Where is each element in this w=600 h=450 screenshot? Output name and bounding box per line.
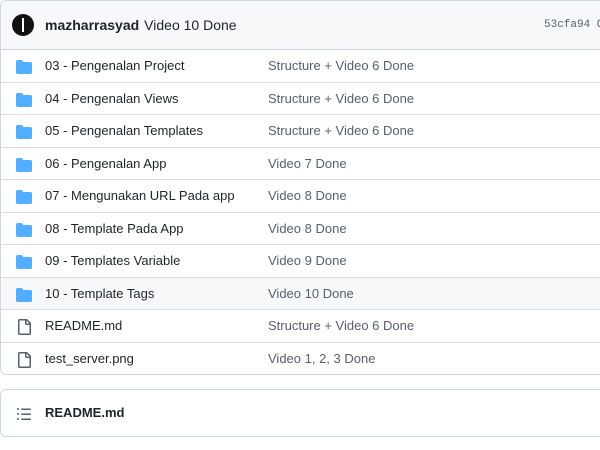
file-row[interactable]: README.md Structure + Video 6 Done <box>1 310 600 343</box>
file-list: 03 - Pengenalan Project Structure + Video… <box>1 50 600 375</box>
folder-row[interactable]: 10 - Template Tags Video 10 Done <box>1 277 600 310</box>
file-name-link[interactable]: README.md <box>45 318 122 333</box>
folder-icon <box>16 125 32 139</box>
file-name-link[interactable]: 10 - Template Tags <box>45 286 154 301</box>
folder-icon <box>16 255 32 269</box>
commit-message-link[interactable]: Video 1, 2, 3 Done <box>268 351 375 366</box>
folder-icon <box>16 287 32 302</box>
readme-title[interactable]: README.md <box>45 405 124 420</box>
file-name-link[interactable]: 08 - Template Pada App <box>45 221 184 236</box>
folder-icon <box>16 92 32 107</box>
commit-message-link[interactable]: Structure + Video 6 Done <box>268 58 414 73</box>
folder-icon <box>16 60 32 74</box>
commit-message-link[interactable]: Video 10 Done <box>268 286 354 301</box>
commit-message-link[interactable]: Structure + Video 6 Done <box>268 318 414 333</box>
latest-commit-bar: mazharrasyad Video 10 Done 53cfa94 O <box>1 1 600 50</box>
readme-header: README.md <box>1 390 600 436</box>
folder-icon <box>16 222 32 237</box>
folder-row[interactable]: 04 - Pengenalan Views Structure + Video 6… <box>1 83 600 115</box>
commit-message[interactable]: Video 10 Done <box>144 17 236 33</box>
commit-sha[interactable]: 53cfa94 O <box>544 19 600 31</box>
file-row[interactable]: test_server.png Video 1, 2, 3 Done <box>1 343 600 375</box>
file-icon <box>18 319 31 335</box>
folder-row[interactable]: 07 - Mengunakan URL Pada app Video 8 Done <box>1 180 600 213</box>
file-name-link[interactable]: 03 - Pengenalan Project <box>45 58 184 73</box>
commit-message-link[interactable]: Video 7 Done <box>268 156 347 171</box>
folder-row[interactable]: 06 - Pengenalan App Video 7 Done <box>1 148 600 180</box>
file-browser: mazharrasyad Video 10 Done 53cfa94 O 03 … <box>0 0 600 375</box>
author-avatar[interactable] <box>12 14 34 36</box>
commit-author[interactable]: mazharrasyad <box>45 17 139 33</box>
folder-row[interactable]: 09 - Templates Variable Video 9 Done <box>1 245 600 278</box>
commit-message-link[interactable]: Structure + Video 6 Done <box>268 91 414 106</box>
folder-row[interactable]: 08 - Template Pada App Video 8 Done <box>1 213 600 245</box>
list-unordered-icon[interactable] <box>16 406 32 422</box>
file-name-link[interactable]: 04 - Pengenalan Views <box>45 91 178 106</box>
file-name-link[interactable]: 09 - Templates Variable <box>45 253 180 268</box>
folder-icon <box>16 157 32 172</box>
commit-message-link[interactable]: Video 8 Done <box>268 188 347 203</box>
readme-panel: README.md <box>0 389 600 437</box>
file-name-link[interactable]: test_server.png <box>45 351 134 366</box>
folder-row[interactable]: 05 - Pengenalan Templates Structure + Vid… <box>1 115 600 148</box>
file-name-link[interactable]: 05 - Pengenalan Templates <box>45 123 203 138</box>
file-name-link[interactable]: 07 - Mengunakan URL Pada app <box>45 188 235 203</box>
file-name-link[interactable]: 06 - Pengenalan App <box>45 156 166 171</box>
commit-message-link[interactable]: Video 8 Done <box>268 221 347 236</box>
folder-row[interactable]: 03 - Pengenalan Project Structure + Video… <box>1 50 600 83</box>
file-icon <box>18 351 31 368</box>
commit-message-link[interactable]: Structure + Video 6 Done <box>268 123 414 138</box>
commit-message-link[interactable]: Video 9 Done <box>268 253 347 268</box>
folder-icon <box>16 190 32 204</box>
